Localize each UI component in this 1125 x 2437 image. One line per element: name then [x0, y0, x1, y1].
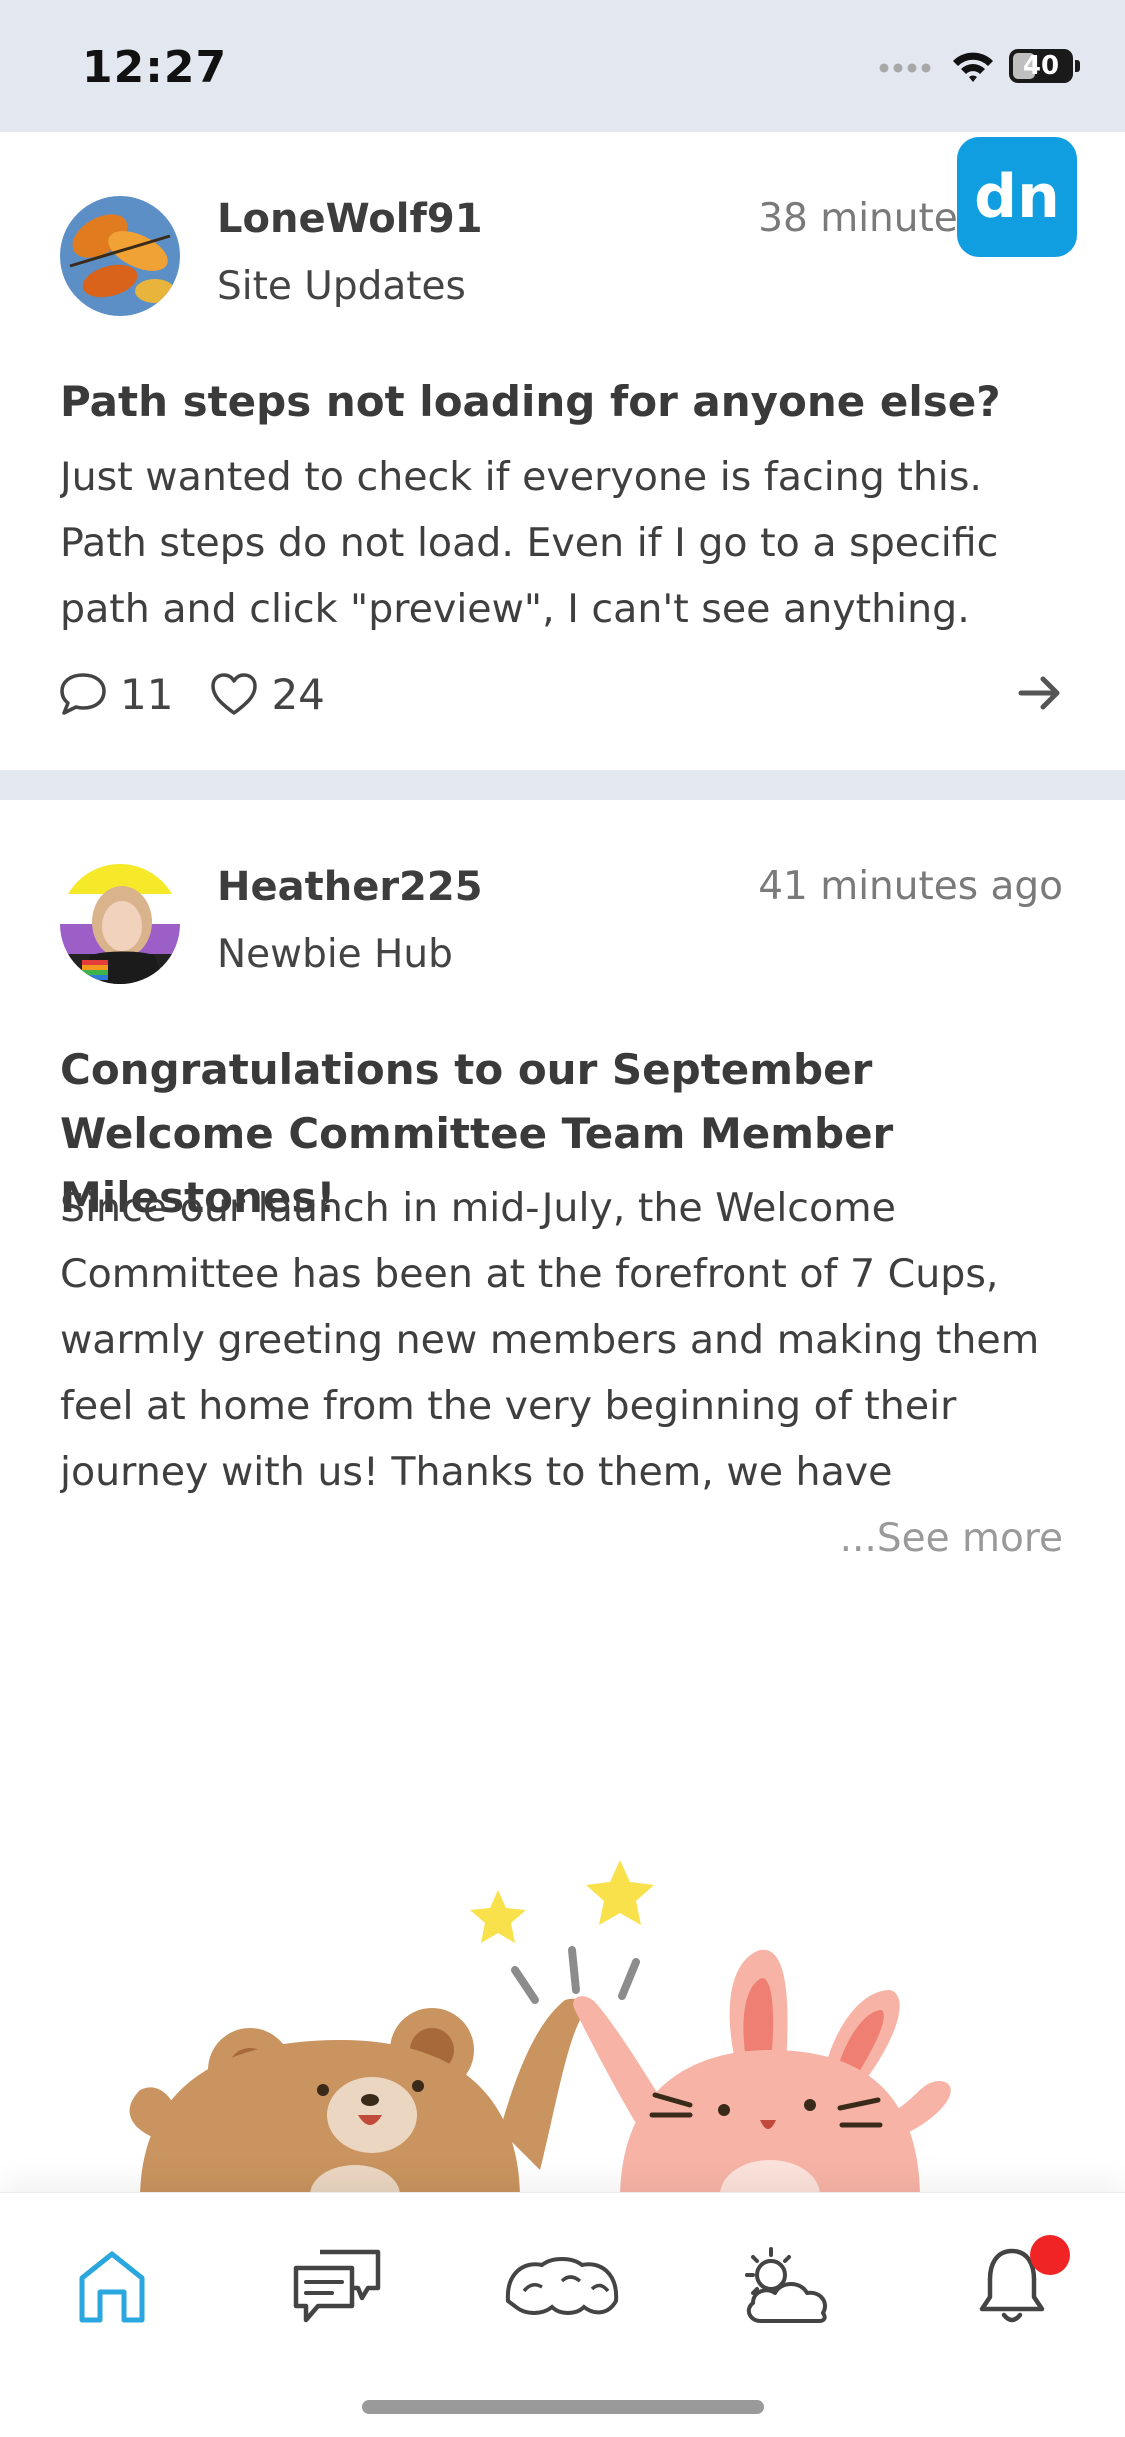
comment-count: 11 [120, 669, 174, 719]
tab-community[interactable] [502, 2231, 622, 2341]
like-count: 24 [271, 669, 325, 719]
community-icon [505, 2257, 619, 2315]
wifi-icon [953, 52, 993, 82]
username[interactable]: Heather225 [217, 864, 483, 910]
tab-chat[interactable] [278, 2231, 398, 2341]
username[interactable]: LoneWolf91 [217, 196, 483, 242]
post-body: Just wanted to check if everyone is faci… [60, 454, 999, 632]
tab-weather[interactable] [726, 2231, 846, 2341]
see-more-link[interactable]: ...See more [840, 1516, 1063, 1561]
post-title[interactable]: Path steps not loading for anyone else? [60, 370, 1070, 434]
avatar-autumn-leaves [60, 196, 180, 316]
heart-icon[interactable] [209, 671, 259, 717]
post-card[interactable]: Heather225 Newbie Hub 41 minutes ago Con… [0, 800, 1125, 2200]
bear-character [129, 1998, 584, 2200]
dn-badge[interactable]: dn [957, 137, 1077, 257]
forum-name[interactable]: Site Updates [217, 264, 466, 309]
notification-badge [1030, 2235, 1070, 2275]
status-icons: 40 [879, 44, 1080, 88]
forum-name[interactable]: Newbie Hub [217, 932, 453, 977]
cellular-signal-icon [879, 63, 931, 73]
arrow-right-icon[interactable] [1015, 668, 1065, 718]
comment-icon[interactable] [58, 671, 108, 717]
status-time: 12:27 [82, 42, 228, 93]
post-time: 41 minutes ago [758, 864, 1063, 909]
chat-icon [293, 2249, 381, 2323]
post-body: Since our launch in mid-July, the Welcom… [60, 1185, 1040, 1495]
home-indicator [362, 2400, 764, 2414]
bear-bunny-highfive-illustration [129, 1860, 951, 2200]
avatar-photo [60, 864, 180, 984]
tab-home[interactable] [52, 2231, 172, 2341]
post-stats: 11 24 [58, 664, 361, 724]
user-avatar[interactable] [60, 196, 180, 316]
user-avatar[interactable] [60, 864, 180, 984]
status-bar: 12:27 40 [0, 0, 1125, 132]
battery-percent: 40 [1022, 51, 1060, 81]
star-icon [470, 1890, 526, 1943]
post-divider [0, 770, 1125, 800]
weather-icon [745, 2247, 827, 2323]
star-icon [586, 1860, 654, 1925]
battery-icon: 40 [1009, 49, 1080, 83]
tab-notifications[interactable] [952, 2231, 1072, 2341]
home-icon [79, 2251, 145, 2323]
